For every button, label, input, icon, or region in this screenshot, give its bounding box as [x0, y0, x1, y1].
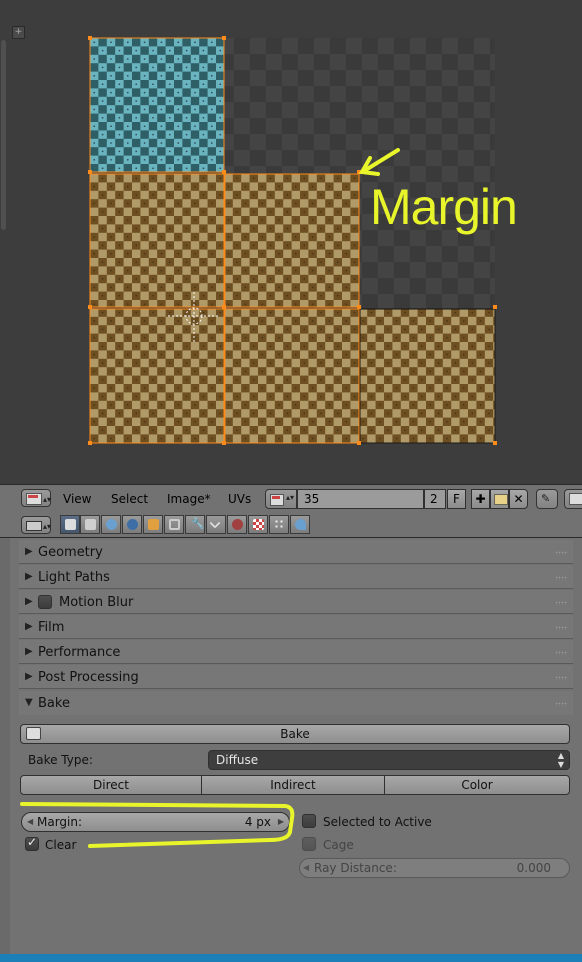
motion-blur-checkbox[interactable] [38, 595, 52, 609]
panel-light-paths[interactable]: ▶ Light Paths [19, 565, 573, 589]
drag-grip-icon[interactable] [555, 702, 567, 706]
panel-geometry[interactable]: ▶ Geometry [19, 540, 573, 564]
uv-face [224, 173, 360, 308]
bake-type-label: Bake Type: [28, 753, 93, 767]
properties-header: ▴▾ 🔧 [0, 513, 582, 538]
panel-label: Film [38, 620, 65, 635]
uv-face [89, 173, 225, 308]
drag-grip-icon[interactable] [555, 576, 567, 580]
dropdown-arrows-icon: ▲ ▼ [557, 751, 564, 769]
menu-image[interactable]: Image* [167, 492, 211, 506]
bake-button[interactable]: Bake [20, 724, 570, 744]
uv-face [359, 308, 496, 444]
scene-tab-icon[interactable] [101, 515, 121, 534]
texture-tab-icon[interactable] [248, 515, 268, 534]
panel-performance[interactable]: ▶ Performance [19, 640, 573, 664]
drag-grip-icon[interactable] [555, 551, 567, 555]
modifiers-tab-icon[interactable]: 🔧 [185, 515, 205, 534]
menu-select[interactable]: Select [111, 492, 148, 506]
image-name-field[interactable]: 35 [297, 489, 424, 509]
margin-number-field[interactable]: ◀ Margin: 4 px ▶ [21, 812, 290, 832]
collapse-arrow-icon: ▶ [25, 671, 33, 682]
increment-arrow-icon[interactable]: ▶ [278, 813, 284, 831]
panel-label: Post Processing [38, 670, 139, 685]
selected-to-active-checkbox[interactable] [302, 814, 316, 828]
decrement-arrow-icon[interactable]: ◀ [27, 813, 33, 831]
bake-type-dropdown[interactable]: Diffuse ▲ ▼ [208, 750, 570, 770]
image-display-icon[interactable] [564, 489, 582, 509]
unlink-image-icon[interactable]: ✕ [509, 489, 528, 509]
panel-film[interactable]: ▶ Film [19, 615, 573, 639]
uv-image-editor-viewport[interactable]: + Margin [0, 0, 582, 483]
bake-button-label: Bake [280, 727, 310, 741]
panel-label: Light Paths [38, 570, 110, 585]
image-browse-icon[interactable]: ▴▾ [265, 489, 297, 509]
clear-checkbox[interactable]: ✓ [25, 835, 39, 851]
open-image-icon[interactable] [490, 489, 509, 509]
checkmark-icon: ✓ [27, 835, 38, 849]
physics-tab-icon[interactable] [290, 515, 310, 534]
panel-bake[interactable]: ▼ Bake [19, 691, 573, 715]
collapse-arrow-icon: ▶ [25, 546, 33, 557]
pin-icon[interactable]: ✎ [536, 489, 558, 509]
panel-label: Geometry [38, 545, 103, 560]
color-toggle[interactable]: Color [384, 775, 570, 795]
drag-grip-icon[interactable] [555, 601, 567, 605]
ray-distance-value: 0.000 [516, 861, 551, 875]
drag-grip-icon[interactable] [555, 651, 567, 655]
panel-post-processing[interactable]: ▶ Post Processing [19, 665, 573, 689]
object-tab-icon[interactable] [143, 515, 163, 534]
panel-label: Motion Blur [59, 595, 134, 610]
collapse-arrow-icon: ▶ [25, 596, 33, 607]
margin-annotation-label: Margin [370, 179, 518, 235]
ray-distance-label: Ray Distance: [314, 861, 397, 875]
ray-distance-field[interactable]: ◀ Ray Distance: 0.000 [299, 858, 570, 878]
properties-editor-type-icon[interactable]: ▴▾ [21, 516, 51, 534]
drag-grip-icon[interactable] [555, 676, 567, 680]
uv-face-top-left [89, 37, 225, 173]
decrement-arrow-icon[interactable]: ◀ [303, 859, 309, 877]
margin-label: Margin: [37, 815, 83, 829]
properties-panel: ▶ Geometry ▶ Light Paths ▶ Motion Blur ▶… [0, 538, 582, 954]
data-tab-icon[interactable] [206, 515, 226, 534]
indirect-toggle[interactable]: Indirect [201, 775, 385, 795]
menu-uvs[interactable]: UVs [228, 492, 251, 506]
panel-label: Bake [38, 696, 70, 711]
uv-face [89, 308, 225, 444]
fake-user-button[interactable]: F [447, 489, 466, 509]
camera-icon [26, 727, 41, 740]
world-tab-icon[interactable] [122, 515, 142, 534]
material-tab-icon[interactable] [227, 515, 247, 534]
expand-arrow-icon: ▼ [25, 697, 33, 708]
cage-checkbox[interactable] [302, 837, 316, 851]
bake-type-value: Diffuse [216, 753, 259, 767]
selected-to-active-label: Selected to Active [323, 815, 432, 829]
collapse-arrow-icon: ▶ [25, 621, 33, 632]
collapse-arrow-icon: ▶ [25, 571, 33, 582]
image-editor-header: ▴▾ View Select Image* UVs ▴▾ 35 2 F ✚ ✕ … [0, 484, 582, 514]
properties-scrollbar[interactable] [0, 538, 10, 954]
clear-label: Clear [45, 838, 77, 852]
uv-face [224, 308, 360, 444]
constraints-tab-icon[interactable] [164, 515, 184, 534]
panel-motion-blur[interactable]: ▶ Motion Blur [19, 590, 573, 614]
menu-view[interactable]: View [63, 492, 91, 506]
window-bottom-border [0, 954, 582, 962]
editor-type-icon[interactable]: ▴▾ [21, 489, 51, 507]
render-tab-icon[interactable] [60, 515, 80, 534]
collapse-arrow-icon: ▶ [25, 646, 33, 657]
direct-toggle[interactable]: Direct [20, 775, 202, 795]
particles-tab-icon[interactable] [269, 515, 289, 534]
panel-label: Performance [38, 645, 121, 660]
image-users-count[interactable]: 2 [424, 489, 446, 509]
drag-grip-icon[interactable] [555, 626, 567, 630]
render-layers-tab-icon[interactable] [80, 515, 100, 534]
cage-label: Cage [323, 838, 354, 852]
uv-canvas[interactable] [0, 0, 582, 483]
new-image-icon[interactable]: ✚ [471, 489, 490, 509]
margin-value: 4 px [244, 815, 271, 829]
